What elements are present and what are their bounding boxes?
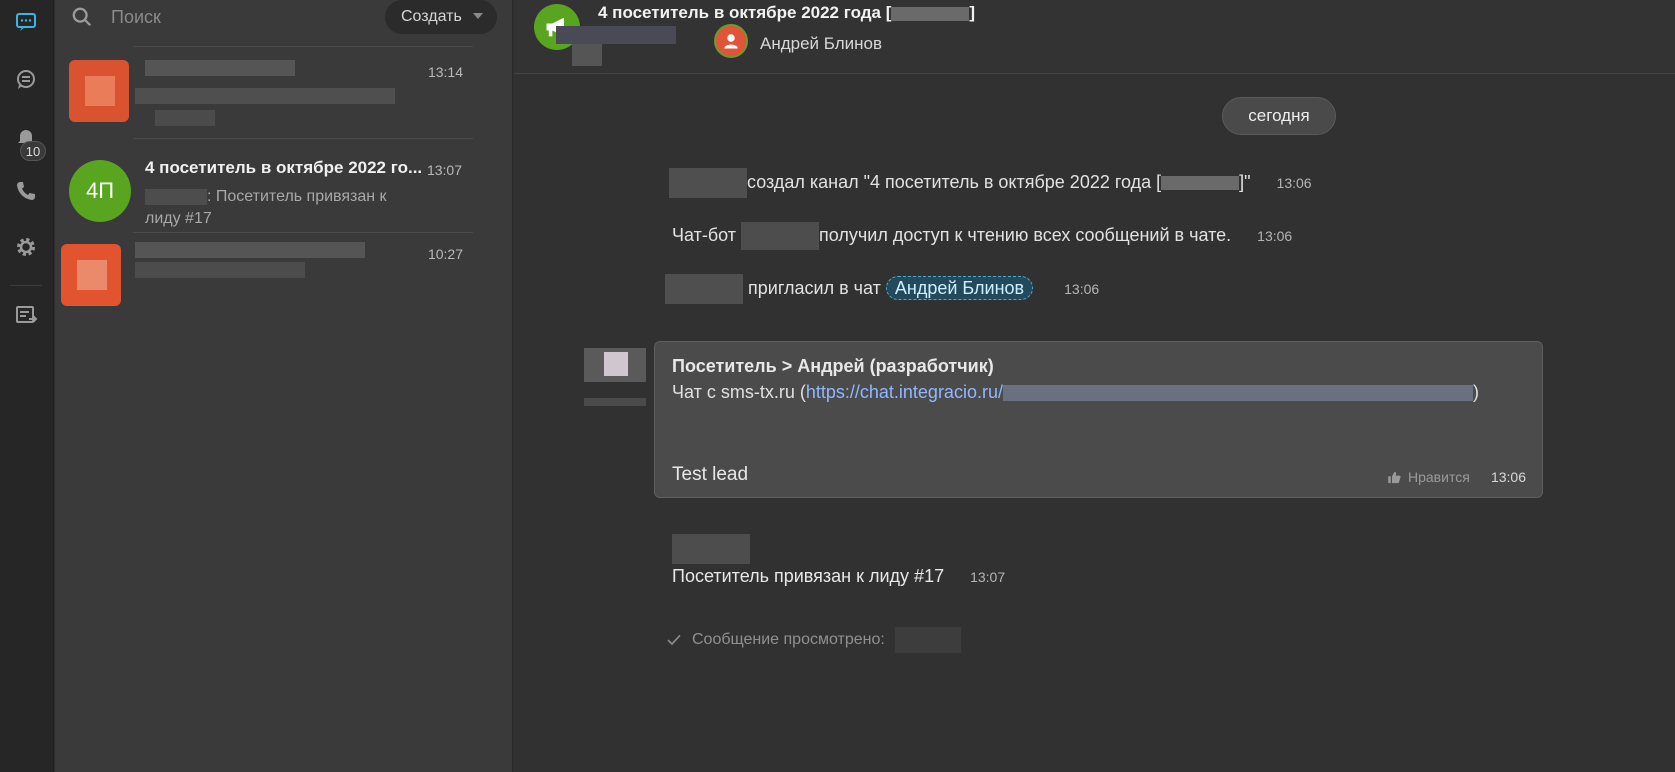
date-divider: сегодня — [1222, 97, 1336, 135]
chats-icon[interactable] — [11, 7, 41, 37]
search-bar — [71, 0, 93, 34]
like-button[interactable]: Нравится — [1387, 469, 1470, 485]
chat-list-panel: Создать 13:14 4П 4 посетитель в октябре … — [55, 0, 513, 772]
chevron-down-icon — [473, 13, 483, 19]
blurred-author — [145, 188, 207, 205]
message-author[interactable]: Посетитель > Андрей (разработчик) — [672, 356, 994, 377]
phone-icon[interactable] — [11, 176, 41, 206]
thumbs-up-icon — [1388, 471, 1401, 483]
blurred-link-part — [1002, 385, 1473, 402]
blurred-name — [135, 242, 365, 258]
bot-label: Чат-бот — [672, 224, 737, 245]
chat-main: 4 посетитель в октябре 2022 года [] Андр… — [514, 0, 1675, 772]
blurred-preview — [135, 262, 305, 278]
like-label: Нравится — [1408, 469, 1470, 485]
settings-icon[interactable] — [11, 232, 41, 262]
message-bubble: Посетитель > Андрей (разработчик) Чат с … — [654, 341, 1543, 498]
search-icon — [72, 7, 92, 27]
chat-title[interactable]: 4 посетитель в октябре 2022 года [] — [598, 3, 975, 23]
create-button[interactable]: Создать — [385, 0, 497, 34]
message-body: Посетитель привязан к лиду #17 — [672, 566, 945, 586]
avatar: 4П — [69, 160, 131, 222]
check-icon — [667, 634, 681, 646]
blurred-preview-2 — [155, 110, 215, 126]
chat-header: 4 посетитель в октябре 2022 года [] Андр… — [514, 0, 1675, 74]
chat-list-item[interactable]: 13:14 — [55, 46, 513, 142]
message-line: Чат с sms-tx.ru (https://chat.integracio… — [672, 382, 1479, 403]
member-name[interactable]: Андрей Блинов — [760, 34, 882, 54]
message-text: Test lead — [672, 464, 749, 485]
message-time: 13:06 — [1490, 469, 1526, 485]
read-receipt-label: Сообщение просмотрено: — [692, 631, 885, 648]
blurred-author — [665, 274, 743, 304]
avatar-highlight — [85, 76, 115, 106]
user-icon — [724, 34, 738, 49]
message-time: 13:07 — [970, 569, 1006, 585]
notifications-badge: 10 — [20, 141, 46, 161]
user-mention[interactable]: Андрей Блинов — [885, 275, 1034, 300]
channels-icon[interactable] — [11, 64, 41, 94]
system-message-text: создал канал "4 посетитель в октябре 202… — [747, 171, 1162, 192]
message-link[interactable]: https://chat.integracio.ru/ — [806, 382, 1003, 402]
system-message-text: пригласил в чат — [748, 277, 881, 298]
system-message: Чат-бот получил доступ к чтению всех соо… — [672, 222, 1292, 250]
divider — [133, 138, 473, 139]
blurred-name — [145, 60, 295, 76]
blurred-viewer — [894, 627, 961, 653]
member-avatar[interactable] — [714, 24, 748, 58]
chat-time: 10:27 — [427, 246, 463, 262]
chat-preview: : Посетитель привязан к лиду #17 — [145, 186, 425, 230]
message-line-suffix: ) — [1472, 382, 1479, 402]
message-time: 13:06 — [1276, 174, 1312, 191]
blurred-author — [672, 534, 750, 564]
chat-title-text: 4 посетитель в октябре 2022 года [ — [598, 3, 892, 22]
chat-time: 13:07 — [426, 162, 462, 178]
read-receipt: Сообщение просмотрено: — [666, 627, 961, 653]
tasks-icon[interactable] — [11, 300, 41, 330]
message-line-prefix: Чат с sms-tx.ru ( — [672, 382, 806, 402]
system-message: пригласил в чат Андрей Блинов 13:06 — [665, 274, 1099, 304]
divider — [133, 232, 473, 233]
blurred-author-name — [584, 398, 646, 406]
blurred-title-part — [891, 6, 970, 21]
system-message: создал канал "4 посетитель в октябре 202… — [669, 168, 1312, 198]
rail-divider — [10, 285, 42, 286]
create-button-label: Создать — [401, 8, 462, 25]
blurred-member — [556, 26, 676, 44]
blurred-author — [669, 168, 747, 198]
chat-list-item[interactable]: 10:27 — [55, 232, 513, 328]
avatar-highlight — [77, 260, 107, 290]
message-time: 13:06 — [1257, 227, 1293, 244]
system-message-text-end: ]" — [1239, 171, 1251, 192]
blurred-member-2 — [572, 44, 602, 66]
chat-time: 13:14 — [427, 64, 463, 80]
message-text: Посетитель привязан к лиду #17 13:07 — [672, 566, 1005, 587]
blurred-bot-name — [741, 222, 820, 250]
message-avatar-highlight — [604, 352, 628, 376]
message-time: 13:06 — [1064, 280, 1100, 297]
blurred-title-part — [1161, 176, 1240, 190]
chat-title: 4 посетитель в октябре 2022 го... — [145, 158, 423, 177]
system-message-text: получил доступ к чтению всех сообщений в… — [819, 224, 1232, 245]
divider — [133, 46, 473, 47]
blurred-preview — [135, 88, 395, 104]
left-rail: 10 — [0, 0, 54, 772]
search-input[interactable] — [111, 4, 351, 30]
chat-title-end: ] — [969, 3, 976, 22]
